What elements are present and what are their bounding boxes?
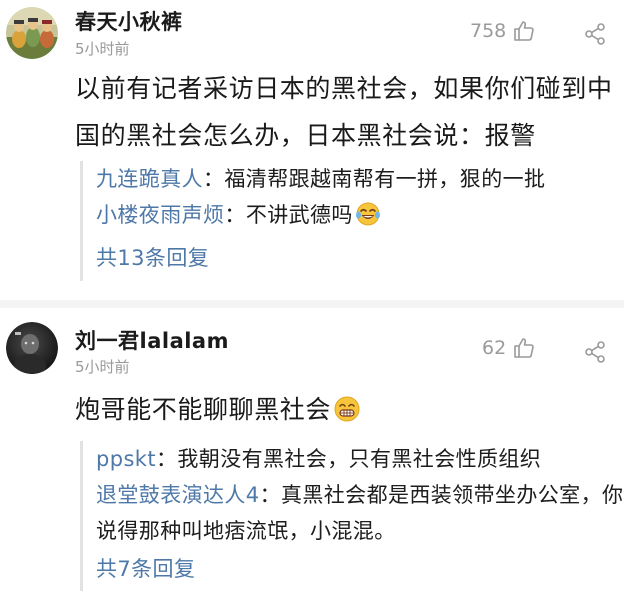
thumbs-up-icon [512,336,536,360]
reply-text: 福清帮跟越南帮有一拼，狠的一批 [224,167,546,191]
reply-separator: ： [203,167,225,191]
reply-list: ppskt：我朝没有黑社会，只有黑社会性质组织 退堂鼓表演达人4：真黑社会都是西… [80,441,624,591]
reply-text: 不讲武德吗 [245,203,353,227]
thumbs-up-icon [512,19,536,43]
like-button[interactable]: 758 [470,19,536,43]
avatar[interactable] [6,7,58,59]
laughing-tears-emoji-icon [355,201,381,238]
reply-author[interactable]: ppskt [96,447,156,471]
share-icon[interactable] [583,22,607,46]
reply-separator: ： [156,447,178,471]
timestamp: 5小时前 [75,358,130,376]
reply-author[interactable]: 小楼夜雨声烦 [96,203,224,227]
reply-list: 九连跪真人：福清帮跟越南帮有一拼，狠的一批 小楼夜雨声烦：不讲武德吗 共13条回… [80,161,624,281]
comment-text-wrapper: 炮哥能不能聊聊黑社会 [75,386,615,438]
grinning-emoji-icon [333,391,361,438]
avatar-image [6,7,58,59]
reply-item[interactable]: ppskt：我朝没有黑社会，只有黑社会性质组织 [96,441,624,477]
username[interactable]: 春天小秋裤 [75,6,183,36]
avatar[interactable] [6,322,58,374]
username[interactable]: 刘一君lalalam [75,325,229,355]
like-count: 758 [470,20,507,42]
more-replies-link[interactable]: 共13条回复 [96,238,624,278]
like-count: 62 [482,337,507,359]
reply-separator: ： [259,483,281,507]
comment-item: 刘一君lalalam 5小时前 62 炮哥能不能聊聊黑社会 ppskt：我朝没有… [0,312,624,597]
reply-author[interactable]: 退堂鼓表演达人4 [96,483,260,507]
like-button[interactable]: 62 [482,336,536,360]
reply-author[interactable]: 九连跪真人 [96,167,203,191]
reply-item[interactable]: 退堂鼓表演达人4：真黑社会都是西装领带坐办公室，你说得那种叫地痞流氓，小混混。 [96,477,624,549]
share-icon[interactable] [583,340,607,364]
comment-text: 炮哥能不能聊聊黑社会 [75,395,332,424]
reply-text: 我朝没有黑社会，只有黑社会性质组织 [177,447,542,471]
comment-text: 以前有记者采访日本的黑社会，如果你们碰到中国的黑社会怎么办，日本黑社会说：报警 [75,74,613,150]
comment-item: 春天小秋裤 5小时前 758 以前有记者采访日本的黑社会，如果你们碰到中国的黑社… [0,0,624,296]
timestamp: 5小时前 [75,40,130,58]
reply-separator: ： [224,203,246,227]
reply-item[interactable]: 小楼夜雨声烦：不讲武德吗 [96,197,624,238]
reply-item[interactable]: 九连跪真人：福清帮跟越南帮有一拼，狠的一批 [96,161,624,197]
divider [0,300,624,308]
avatar-image [6,322,58,374]
more-replies-link[interactable]: 共7条回复 [96,549,624,589]
